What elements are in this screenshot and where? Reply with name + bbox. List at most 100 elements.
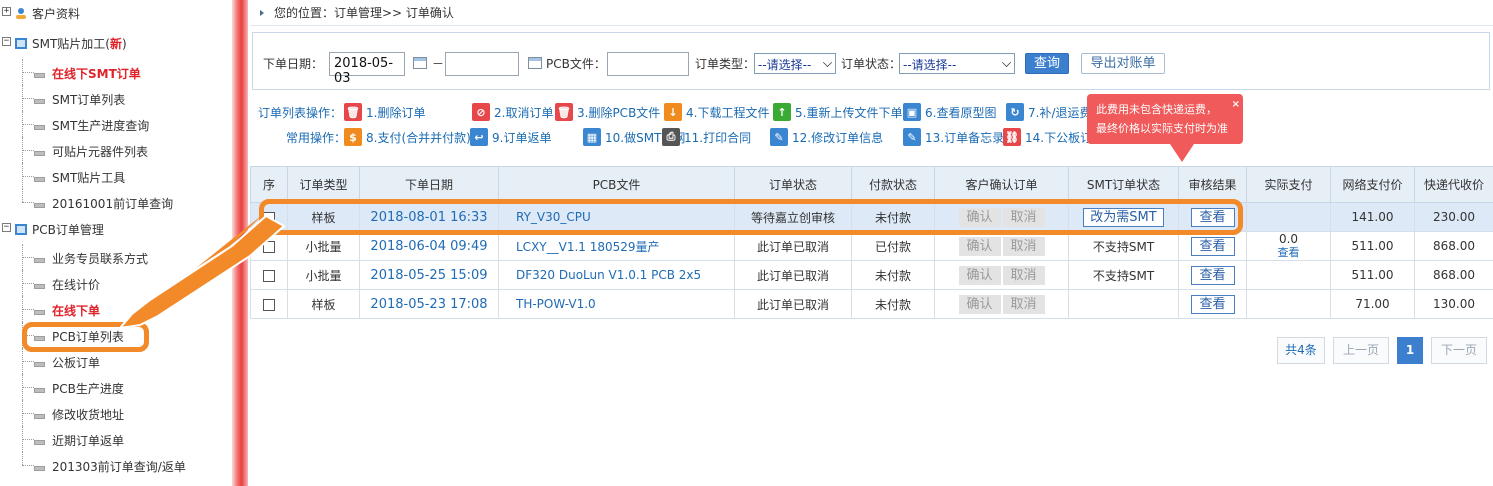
tree-group-label: PCB订单管理 bbox=[32, 223, 104, 237]
operation-5[interactable]: ↑ 5.重新上传文件下单 bbox=[773, 103, 902, 121]
view-button[interactable]: 查看 bbox=[1190, 236, 1235, 256]
pcb-file-cell[interactable]: DF320 DuoLun V1.0.1 PCB 2x5 bbox=[498, 260, 735, 290]
tree-item[interactable]: 201303前订单查询/返单 bbox=[0, 452, 232, 478]
prev-page-button[interactable]: 上一页 bbox=[1333, 337, 1389, 364]
row-checkbox[interactable] bbox=[263, 298, 275, 311]
operation-6[interactable]: ▣ 6.查看原型图 bbox=[903, 103, 996, 121]
view-link[interactable]: 查看 bbox=[1248, 246, 1330, 260]
highlight-selected-row bbox=[259, 199, 1243, 235]
row-checkbox[interactable] bbox=[263, 269, 275, 282]
expand-icon[interactable]: + bbox=[2, 7, 11, 16]
document-icon bbox=[34, 310, 45, 315]
order-date-cell[interactable]: 2018-05-25 15:09 bbox=[359, 260, 499, 290]
view-button[interactable]: 查看 bbox=[1190, 294, 1235, 314]
view-button[interactable]: 查看 bbox=[1190, 265, 1235, 285]
folder-icon bbox=[15, 224, 27, 235]
triangle-icon bbox=[260, 9, 264, 16]
tree-item[interactable]: SMT贴片工具 bbox=[0, 163, 232, 189]
operation-13[interactable]: ✎ 13.订单备忘录 bbox=[903, 128, 1004, 146]
operation-12[interactable]: ✎ 12.修改订单信息 bbox=[770, 128, 883, 146]
tree-item[interactable]: 20161001前订单查询 bbox=[0, 189, 232, 215]
return-icon: ↩ bbox=[470, 128, 488, 146]
tree-item[interactable]: 在线计价 bbox=[0, 270, 232, 296]
order-status-label: 订单状态： bbox=[841, 57, 902, 71]
table-row[interactable]: 小批量 2018-05-25 15:09 DF320 DuoLun V1.0.1 P… bbox=[250, 260, 1493, 290]
express-price-cell: 130.00 bbox=[1414, 289, 1493, 319]
order-date-cell[interactable]: 2018-05-23 17:08 bbox=[359, 289, 499, 319]
operation-2[interactable]: ⊘ 2.取消订单 bbox=[472, 103, 553, 121]
collapse-icon[interactable]: − bbox=[2, 223, 11, 232]
breadcrumb: 您的位置：订单管理>> 订单确认 bbox=[250, 0, 1493, 26]
order-date-cell[interactable]: 2018-06-04 09:49 bbox=[359, 231, 499, 261]
pcb-file-cell[interactable]: LCXY__V1.1 180529量产 bbox=[498, 231, 735, 261]
payment-status-cell: 已付款 bbox=[851, 231, 935, 261]
export-statement-button[interactable]: 导出对账单 bbox=[1081, 53, 1165, 74]
express-price-cell: 868.00 bbox=[1414, 260, 1493, 290]
sidebar-splitter[interactable] bbox=[232, 0, 248, 486]
filter-bar: 下单日期： 2018-05-03 － PCB文件： 订单类型： --请选择-- … bbox=[252, 32, 1490, 90]
sidebar-tree: + 客户资料 − SMT贴片加工(新) 在线下SMT订单 SMT订单列表 SMT生产… bbox=[0, 0, 232, 486]
tree-item-label: 20161001前订单查询 bbox=[52, 197, 174, 211]
review-cell: 查看 bbox=[1178, 260, 1247, 290]
payment-status-cell: 未付款 bbox=[851, 289, 935, 319]
tree-item[interactable]: 业务专员联系方式 bbox=[0, 244, 232, 270]
tree-item[interactable]: SMT生产进度查询 bbox=[0, 111, 232, 137]
main-content: 您的位置：订单管理>> 订单确认 下单日期： 2018-05-03 － PCB文… bbox=[250, 0, 1493, 486]
actual-paid-cell: 0.0 查看 bbox=[1246, 231, 1331, 261]
order-type-cell: 小批量 bbox=[287, 231, 360, 261]
document-icon bbox=[34, 177, 45, 182]
calendar-icon[interactable] bbox=[528, 57, 542, 69]
order-type-select[interactable]: --请选择-- bbox=[754, 53, 836, 74]
tree-group-customer-info[interactable]: + 客户资料 bbox=[0, 0, 232, 26]
row-checkbox[interactable] bbox=[263, 240, 275, 253]
calendar-icon[interactable] bbox=[413, 57, 427, 69]
operation-3[interactable]: 🗑 3.删除PCB文件 bbox=[555, 103, 660, 121]
tree-item[interactable]: 近期订单返单 bbox=[0, 426, 232, 452]
tree-item-label: 可贴片元器件列表 bbox=[52, 145, 149, 159]
column-header: 客户确认订单 bbox=[934, 166, 1069, 203]
column-header: 快递代收价 bbox=[1414, 166, 1493, 203]
pcb-file-input[interactable] bbox=[607, 52, 689, 76]
table-row[interactable]: 样板 2018-05-23 17:08 TH-POW-V1.0 此订单已取消 未付款 确认… bbox=[250, 289, 1493, 319]
shipping-fee-tooltip: × 此费用未包含快递运费， 最终价格以实际支付时为准 bbox=[1087, 94, 1243, 144]
order-status-cell: 此订单已取消 bbox=[734, 231, 852, 261]
tree-item[interactable]: SMT订单列表 bbox=[0, 85, 232, 111]
checkbox-cell bbox=[250, 289, 288, 319]
operation-4[interactable]: ↓ 4.下载工程文件 bbox=[664, 103, 769, 121]
tooltip-arrow bbox=[1170, 144, 1194, 162]
paid-amount: 0.0 bbox=[1278, 232, 1299, 247]
tree-item[interactable]: 在线下SMT订单 bbox=[0, 59, 232, 85]
document-icon bbox=[34, 125, 45, 130]
operation-7[interactable]: ↻ 7.补/退运费 bbox=[1006, 103, 1092, 121]
tree-item[interactable]: 修改收货地址 bbox=[0, 400, 232, 426]
operation-1[interactable]: 🗑 1.删除订单 bbox=[344, 103, 425, 121]
review-cell: 查看 bbox=[1178, 231, 1247, 261]
tree-item[interactable]: 在线下单 bbox=[0, 296, 232, 322]
printer-icon: ⎙ bbox=[662, 128, 680, 146]
operation-11[interactable]: ⎙ 11.打印合同 bbox=[662, 128, 751, 146]
collapse-icon[interactable]: − bbox=[2, 37, 11, 46]
document-icon bbox=[34, 466, 45, 471]
grid-icon: ▦ bbox=[583, 128, 601, 146]
tree-group-smt[interactable]: − SMT贴片加工(新) bbox=[0, 30, 232, 56]
tree-item[interactable]: PCB生产进度 bbox=[0, 374, 232, 400]
tree-group-label: 客户资料 bbox=[32, 7, 81, 21]
memo-icon: ✎ bbox=[903, 128, 921, 146]
page-1-button[interactable]: 1 bbox=[1397, 337, 1423, 364]
user-icon bbox=[16, 8, 26, 19]
date-from-input[interactable]: 2018-05-03 bbox=[329, 52, 405, 86]
tree-item[interactable]: 可贴片元器件列表 bbox=[0, 137, 232, 163]
next-page-button[interactable]: 下一页 bbox=[1431, 337, 1487, 364]
query-button[interactable]: 查询 bbox=[1025, 53, 1069, 74]
order-status-select[interactable]: --请选择-- bbox=[899, 53, 1015, 74]
operation-9[interactable]: ↩ 9.订单返单 bbox=[470, 128, 551, 146]
table-row[interactable]: 小批量 2018-06-04 09:49 LCXY__V1.1 180529量产 此订… bbox=[250, 231, 1493, 261]
document-icon bbox=[34, 151, 45, 156]
tree-item-label: 公板订单 bbox=[52, 356, 101, 370]
pcb-file-cell[interactable]: TH-POW-V1.0 bbox=[498, 289, 735, 319]
operation-8[interactable]: $8.支付(合并并付款) bbox=[344, 128, 471, 146]
date-to-input[interactable] bbox=[445, 52, 519, 76]
close-icon[interactable]: × bbox=[1232, 95, 1240, 114]
link-icon: ⛓ bbox=[1003, 128, 1021, 146]
tree-group-pcb-orders[interactable]: − PCB订单管理 bbox=[0, 216, 232, 242]
